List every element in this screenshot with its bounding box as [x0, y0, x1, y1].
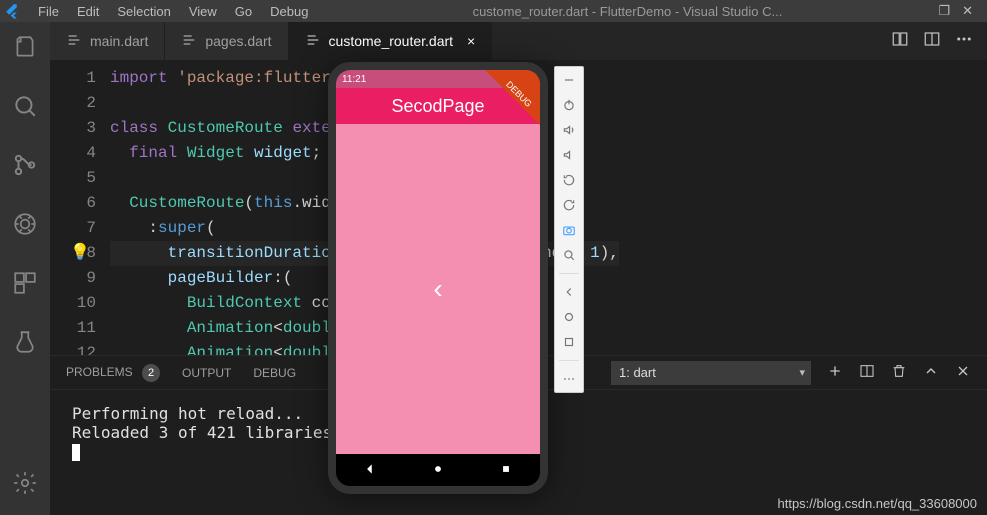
menu-view[interactable]: View	[181, 4, 225, 19]
extensions-icon[interactable]	[12, 270, 38, 301]
emu-rotate-left-icon[interactable]	[562, 173, 576, 187]
emu-power-icon[interactable]	[562, 98, 576, 112]
activity-bar	[0, 22, 50, 515]
new-terminal-icon[interactable]	[827, 363, 843, 382]
line-number: 5	[50, 166, 96, 191]
close-icon[interactable]: ×	[467, 33, 475, 49]
debug-banner: DEBUG	[484, 62, 548, 129]
trash-icon[interactable]	[891, 363, 907, 382]
tab-label: main.dart	[90, 33, 148, 49]
android-emulator: 11:21 ▾ ◢ ▮ DEBUG SecodPage ‹	[328, 62, 584, 494]
emu-close-icon[interactable]	[562, 73, 576, 87]
panel-tab-output[interactable]: OUTPUT	[182, 366, 231, 380]
tab-label: custome_router.dart	[329, 33, 454, 49]
line-number-gutter: 123456789101112	[50, 60, 110, 355]
line-number: 12	[50, 341, 96, 355]
app-bar-title: SecodPage	[391, 96, 484, 117]
emu-back-icon[interactable]	[562, 285, 576, 299]
tab-label: pages.dart	[205, 33, 271, 49]
explorer-icon[interactable]	[12, 34, 38, 65]
debug-icon[interactable]	[12, 211, 38, 242]
split-editor-icon[interactable]	[923, 30, 941, 53]
window-restore-icon[interactable]: ❐	[938, 3, 950, 19]
emu-overview-icon[interactable]	[562, 335, 576, 349]
lightbulb-icon[interactable]: 💡	[70, 241, 90, 266]
emu-home-icon[interactable]	[562, 310, 576, 324]
tab-main-dart[interactable]: main.dart	[50, 22, 165, 60]
menu-file[interactable]: File	[30, 4, 67, 19]
source-control-icon[interactable]	[12, 152, 38, 183]
compare-icon[interactable]	[891, 30, 909, 53]
menu-go[interactable]: Go	[227, 4, 260, 19]
file-icon	[66, 32, 82, 51]
editor-actions	[877, 22, 987, 60]
split-terminal-icon[interactable]	[859, 363, 875, 382]
panel-tab-debug[interactable]: DEBUG	[253, 366, 296, 380]
more-actions-icon[interactable]	[955, 30, 973, 53]
nav-recent-icon[interactable]	[499, 462, 513, 479]
search-icon[interactable]	[12, 93, 38, 124]
nav-home-icon[interactable]	[431, 462, 445, 479]
chevron-up-icon[interactable]	[923, 363, 939, 382]
line-number: 9	[50, 266, 96, 291]
menubar: File Edit Selection View Go Debug custom…	[0, 0, 987, 22]
line-number: 11	[50, 316, 96, 341]
menu-selection[interactable]: Selection	[109, 4, 178, 19]
emu-rotate-right-icon[interactable]	[562, 198, 576, 212]
tab-custome-router-dart[interactable]: custome_router.dart ×	[289, 22, 493, 60]
device-body[interactable]: ‹	[336, 124, 540, 454]
emu-camera-icon[interactable]	[562, 223, 576, 237]
problems-count-badge: 2	[142, 364, 160, 382]
watermark: https://blog.csdn.net/qq_33608000	[778, 496, 978, 511]
device-clock: 11:21	[342, 74, 366, 85]
emulator-toolbar	[554, 66, 584, 393]
app-logo-icon	[4, 2, 22, 20]
panel-tab-problems[interactable]: PROBLEMS 2	[66, 364, 160, 382]
file-icon	[305, 32, 321, 51]
menu-edit[interactable]: Edit	[69, 4, 107, 19]
tab-pages-dart[interactable]: pages.dart	[165, 22, 288, 60]
emu-volume-up-icon[interactable]	[562, 123, 576, 137]
line-number: 10	[50, 291, 96, 316]
device-nav-bar	[336, 454, 540, 486]
line-number: 7	[50, 216, 96, 241]
editor-tabs: main.dart pages.dart custome_router.dart…	[50, 22, 987, 60]
terminal-select[interactable]: 1: dart	[611, 361, 811, 385]
testing-icon[interactable]	[12, 329, 38, 360]
window-close-icon[interactable]: ✕	[962, 3, 973, 19]
device-app-bar: DEBUG SecodPage	[336, 88, 540, 124]
emu-volume-down-icon[interactable]	[562, 148, 576, 162]
line-number: 4	[50, 141, 96, 166]
nav-back-icon[interactable]	[363, 462, 377, 479]
terminal-cursor	[72, 444, 80, 461]
file-icon	[181, 32, 197, 51]
chevron-left-icon[interactable]: ‹	[433, 273, 442, 305]
device-frame[interactable]: 11:21 ▾ ◢ ▮ DEBUG SecodPage ‹	[328, 62, 548, 494]
settings-gear-icon[interactable]	[12, 470, 38, 501]
line-number: 3	[50, 116, 96, 141]
window-title: custome_router.dart - FlutterDemo - Visu…	[318, 4, 936, 19]
emu-zoom-icon[interactable]	[562, 248, 576, 262]
line-number: 6	[50, 191, 96, 216]
line-number: 1	[50, 66, 96, 91]
line-number: 2	[50, 91, 96, 116]
emu-more-icon[interactable]	[562, 372, 576, 386]
menu-debug[interactable]: Debug	[262, 4, 316, 19]
panel-close-icon[interactable]	[955, 363, 971, 382]
